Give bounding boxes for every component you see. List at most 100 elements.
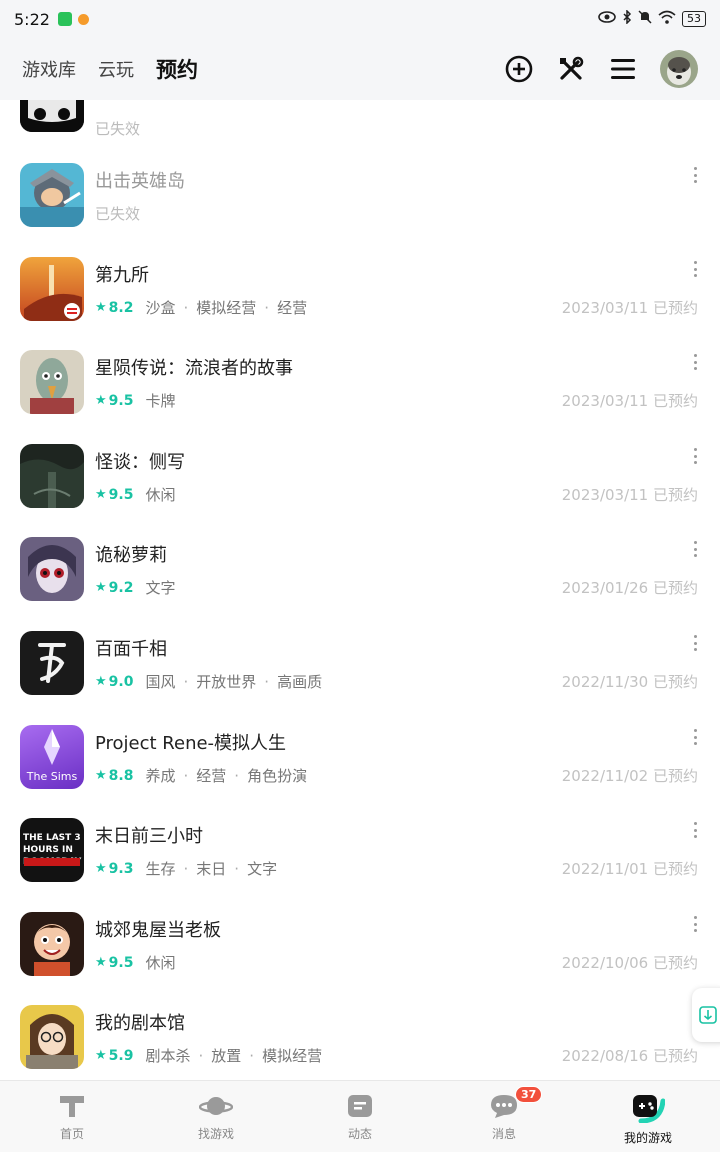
game-title: 城郊鬼屋当老板 [95,920,221,941]
game-tag: 剧本杀 [145,1047,191,1065]
tab-reservations[interactable]: 预约 [154,54,200,84]
tag-separator: · [183,859,189,878]
star-icon: ★ [95,300,107,315]
game-rating: 9.5 [108,486,134,503]
game-rating: 5.9 [108,1047,134,1064]
game-rating: 9.3 [108,860,134,877]
list-item[interactable]: 出击英雄岛 已失效 [0,163,720,257]
more-options-icon[interactable] [692,354,698,370]
star-icon: ★ [95,861,107,876]
more-options-icon[interactable] [692,541,698,557]
game-tag: 休闲 [145,486,176,504]
list-item[interactable]: The Sims Project Rene-模拟人生 ★ 8.8 养成 · 经营… [0,725,720,819]
list-item[interactable]: 诡秘萝莉 ★ 9.2 文字 2023/01/26 已预约 [0,537,720,631]
game-title: 出击英雄岛 [95,171,185,192]
game-icon [20,1005,84,1069]
top-header: 游戏库 云玩 预约 [0,38,720,100]
expired-label: 已失效 [95,120,141,138]
game-tag: 角色扮演 [247,767,308,785]
reservation-date: 2023/03/11 已预约 [561,392,698,410]
reservation-date: 2022/08/16 已预约 [561,1047,698,1065]
nav-my-games[interactable]: 我的游戏 [576,1081,720,1152]
star-icon: ★ [95,393,107,408]
star-icon: ★ [95,955,107,970]
reservation-date: 2023/01/26 已预约 [561,579,698,597]
nav-find-games[interactable]: 找游戏 [144,1081,288,1152]
game-tag: 末日 [196,860,227,878]
game-meta: ★ 9.5 休闲 [95,952,175,973]
tag-separator: · [183,672,189,691]
game-title: Project Rene-模拟人生 [95,733,287,754]
game-tag: 国风 [145,673,176,691]
nav-label: 动态 [347,1127,372,1141]
list-item[interactable]: 我的剧本馆 ★ 5.9 剧本杀 · 放置 · 模拟经营 2022/08/16 已… [0,1005,720,1080]
game-tag: 养成 [145,767,176,785]
list-item[interactable]: 怪谈：侧写 ★ 9.5 休闲 2023/03/11 已预约 [0,444,720,538]
tab-game-library[interactable]: 游戏库 [22,56,76,82]
game-tag: 生存 [145,860,176,878]
icon-stripe [24,858,80,866]
more-options-icon[interactable] [692,635,698,651]
planet-icon [199,1097,233,1115]
nav-home[interactable]: 首页 [0,1081,144,1152]
avatar[interactable] [660,50,698,88]
tools-icon[interactable] [556,54,586,84]
unread-badge: 37 [515,1086,543,1103]
status-bar: 5:22 53 [0,0,720,38]
more-options-icon[interactable] [692,822,698,838]
tab-cloud-play[interactable]: 云玩 [98,56,134,82]
nav-label: 找游戏 [197,1127,234,1141]
expired-label: 已失效 [95,205,141,223]
game-icon: The Sims [20,725,84,789]
list-item[interactable]: 百面千相 ★ 9.0 国风 · 开放世界 · 高画质 2022/11/30 已预… [0,631,720,725]
game-tag: 经营 [196,767,227,785]
list-item[interactable]: THE LAST 3 HOURS IN DOOMSDAY 末日前三小时 ★ 9.… [0,818,720,912]
game-meta: ★ 9.2 文字 [95,577,175,598]
download-float-button[interactable] [692,988,720,1042]
game-icon [20,631,84,695]
tag-separator: · [183,766,189,785]
star-icon: ★ [95,1048,107,1063]
reservation-date: 2022/10/06 已预约 [561,954,698,972]
reservation-list: 已失效 出击英雄岛 已失效 第九所 ★ 8.2 沙盒 · 模拟经营 · 经营 2… [0,100,720,1080]
star-icon: ★ [95,580,107,595]
list-item[interactable]: 已失效 [0,100,720,172]
game-rating: 9.5 [108,392,134,409]
reservation-date: 2022/11/30 已预约 [561,673,698,691]
game-icon [20,444,84,508]
game-tag: 文字 [145,579,176,597]
list-item[interactable]: 城郊鬼屋当老板 ★ 9.5 休闲 2022/10/06 已预约 [0,912,720,1006]
tag-separator: · [198,1046,204,1065]
menu-icon[interactable] [608,54,638,84]
game-icon: THE LAST 3 HOURS IN DOOMSDAY [20,818,84,882]
tag-separator: · [234,859,240,878]
game-rating: 8.8 [108,767,134,784]
game-meta: ★ 8.2 沙盒 · 模拟经营 · 经营 [95,297,307,318]
more-options-icon[interactable] [692,916,698,932]
game-title: 百面千相 [95,639,167,660]
game-rating: 9.2 [108,579,134,596]
more-options-icon[interactable] [692,261,698,277]
more-options-icon[interactable] [692,729,698,745]
game-meta: ★ 9.5 休闲 [95,484,175,505]
nav-feed[interactable]: 动态 [288,1081,432,1152]
battery-indicator: 53 [682,11,706,27]
game-title: 星陨传说：流浪者的故事 [95,358,293,379]
nav-label: 我的游戏 [623,1131,672,1145]
nav-messages[interactable]: 37 消息 [432,1081,576,1152]
list-item[interactable]: 星陨传说：流浪者的故事 ★ 9.5 卡牌 2023/03/11 已预约 [0,350,720,444]
star-icon: ★ [95,487,107,502]
notification-app-icon [77,13,89,25]
bottom-navigation: 首页 找游戏 动态 37 消息 我的游戏 [0,1080,720,1152]
more-options-icon[interactable] [692,448,698,464]
tag-separator: · [264,672,270,691]
game-tag: 休闲 [145,954,176,972]
game-meta: ★ 5.9 剧本杀 · 放置 · 模拟经营 [95,1045,322,1066]
more-options-icon[interactable] [692,167,698,183]
add-circle-icon[interactable] [504,54,534,84]
game-meta: ★ 9.0 国风 · 开放世界 · 高画质 [95,671,322,692]
game-meta: ★ 8.8 养成 · 经营 · 角色扮演 [95,765,307,786]
list-item[interactable]: 第九所 ★ 8.2 沙盒 · 模拟经营 · 经营 2023/03/11 已预约 [0,257,720,351]
wifi-icon [658,10,676,28]
game-rating: 9.5 [108,954,134,971]
